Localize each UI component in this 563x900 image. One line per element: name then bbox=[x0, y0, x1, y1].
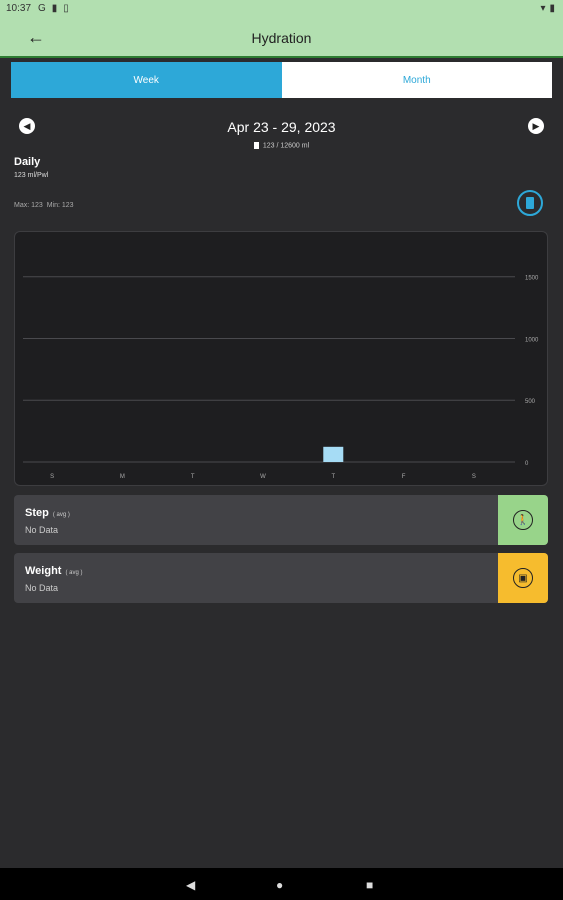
nav-recents-icon[interactable]: ■ bbox=[366, 878, 373, 892]
nav-back-icon[interactable]: ◀ bbox=[186, 878, 195, 892]
cup-icon bbox=[253, 142, 259, 149]
system-navigation-bar: ◀ ● ■ bbox=[0, 868, 563, 900]
status-bar: 10:37 G ▮ ▯ ▾ ▮ bbox=[0, 0, 563, 20]
step-card-title: Step( avg ) bbox=[25, 507, 70, 519]
step-card[interactable]: Step( avg ) No Data 🚶 bbox=[14, 495, 548, 545]
weight-avg-label: ( avg ) bbox=[65, 570, 83, 576]
weight-title: Weight bbox=[25, 565, 62, 577]
min-value: Min: 123 bbox=[46, 202, 74, 209]
add-water-button[interactable] bbox=[517, 190, 543, 216]
total-intake: 123 / 12600 ml bbox=[0, 142, 563, 149]
sim-icon: ▯ bbox=[63, 3, 69, 14]
step-icon-box[interactable]: 🚶 bbox=[498, 495, 548, 545]
page-title: Hydration bbox=[251, 30, 312, 46]
x-tick-label: S bbox=[472, 474, 476, 480]
x-tick-label: T bbox=[191, 474, 195, 480]
tab-month[interactable]: Month bbox=[282, 62, 553, 98]
battery-icon: ▮ bbox=[549, 3, 555, 14]
google-icon: G bbox=[38, 3, 46, 14]
y-tick-label: 1500 bbox=[525, 276, 539, 282]
y-tick-label: 0 bbox=[525, 461, 529, 467]
bar-4 bbox=[323, 446, 344, 462]
tab-week[interactable]: Week bbox=[11, 62, 282, 98]
wifi-icon: ▾ bbox=[540, 3, 546, 14]
weight-value: No Data bbox=[25, 583, 59, 593]
total-intake-value: 123 / 12600 ml bbox=[262, 142, 310, 150]
water-cup-icon bbox=[526, 197, 534, 209]
walk-icon: 🚶 bbox=[513, 510, 533, 530]
step-value: No Data bbox=[25, 525, 59, 535]
hydration-chart-svg: 0 500 1000 1500 S M T W T F S bbox=[23, 276, 539, 480]
max-value: Max: 123 bbox=[14, 202, 43, 209]
notification-icon: ▮ bbox=[51, 3, 58, 14]
weight-card-title: Weight( avg ) bbox=[25, 565, 82, 577]
next-week-button[interactable]: ▶ bbox=[528, 118, 544, 134]
daily-value: 123 ml/Pwl bbox=[14, 172, 49, 179]
weight-icon-box[interactable]: ▣ bbox=[498, 553, 548, 603]
step-avg-label: ( avg ) bbox=[52, 512, 70, 518]
status-system-icons: ▾ ▮ bbox=[540, 3, 555, 14]
weight-card[interactable]: Weight( avg ) No Data ▣ bbox=[14, 553, 548, 603]
x-tick-label: F bbox=[402, 474, 406, 480]
scale-icon: ▣ bbox=[513, 568, 533, 588]
daily-label: Daily bbox=[14, 156, 41, 168]
app-bar: ← Hydration bbox=[0, 20, 563, 58]
step-title: Step bbox=[25, 507, 49, 519]
y-tick-label: 1000 bbox=[525, 337, 539, 343]
status-notification-icons: G ▮ ▯ bbox=[38, 3, 69, 14]
nav-home-icon[interactable]: ● bbox=[276, 878, 283, 892]
hydration-chart: 0 500 1000 1500 S M T W T F S bbox=[14, 231, 548, 486]
max-min-summary: Max: 123 Min: 123 bbox=[14, 202, 74, 209]
y-tick-label: 500 bbox=[525, 399, 536, 405]
x-tick-label: W bbox=[260, 474, 266, 480]
date-range: Apr 23 - 29, 2023 bbox=[227, 119, 336, 135]
period-tabs: Week Month bbox=[11, 62, 552, 98]
status-time: 10:37 bbox=[6, 3, 32, 14]
x-tick-label: S bbox=[50, 474, 54, 480]
x-tick-label: M bbox=[120, 474, 125, 480]
x-tick-label: T bbox=[331, 474, 335, 480]
